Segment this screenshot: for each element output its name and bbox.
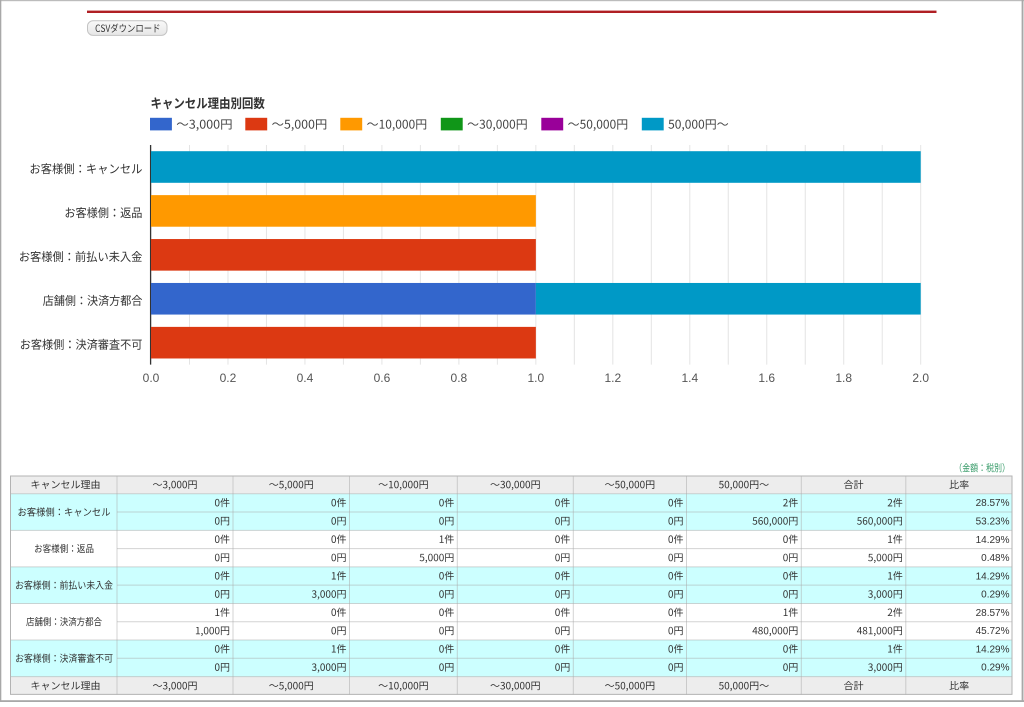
svg-text:28.57%: 28.57%: [976, 498, 1010, 509]
svg-text:2.0: 2.0: [912, 371, 929, 385]
svg-text:1.0: 1.0: [528, 371, 545, 385]
svg-text:53.23%: 53.23%: [976, 517, 1010, 528]
svg-text:14.29%: 14.29%: [976, 571, 1010, 582]
svg-text:0.8: 0.8: [451, 371, 468, 385]
svg-text:0.29%: 0.29%: [981, 590, 1009, 601]
svg-text:0.48%: 0.48%: [981, 553, 1009, 564]
svg-text:45.72%: 45.72%: [976, 626, 1010, 637]
svg-text:0.0: 0.0: [143, 371, 160, 385]
svg-text:1.2: 1.2: [604, 371, 621, 385]
svg-text:0.6: 0.6: [374, 371, 391, 385]
svg-text:14.29%: 14.29%: [976, 535, 1010, 546]
svg-text:0.29%: 0.29%: [981, 663, 1009, 674]
svg-text:1.4: 1.4: [681, 371, 698, 385]
svg-text:28.57%: 28.57%: [976, 608, 1010, 619]
svg-text:0.4: 0.4: [297, 371, 314, 385]
svg-text:1.8: 1.8: [835, 371, 852, 385]
svg-text:14.29%: 14.29%: [976, 644, 1010, 655]
svg-text:1.6: 1.6: [758, 371, 775, 385]
svg-text:0.2: 0.2: [220, 371, 237, 385]
